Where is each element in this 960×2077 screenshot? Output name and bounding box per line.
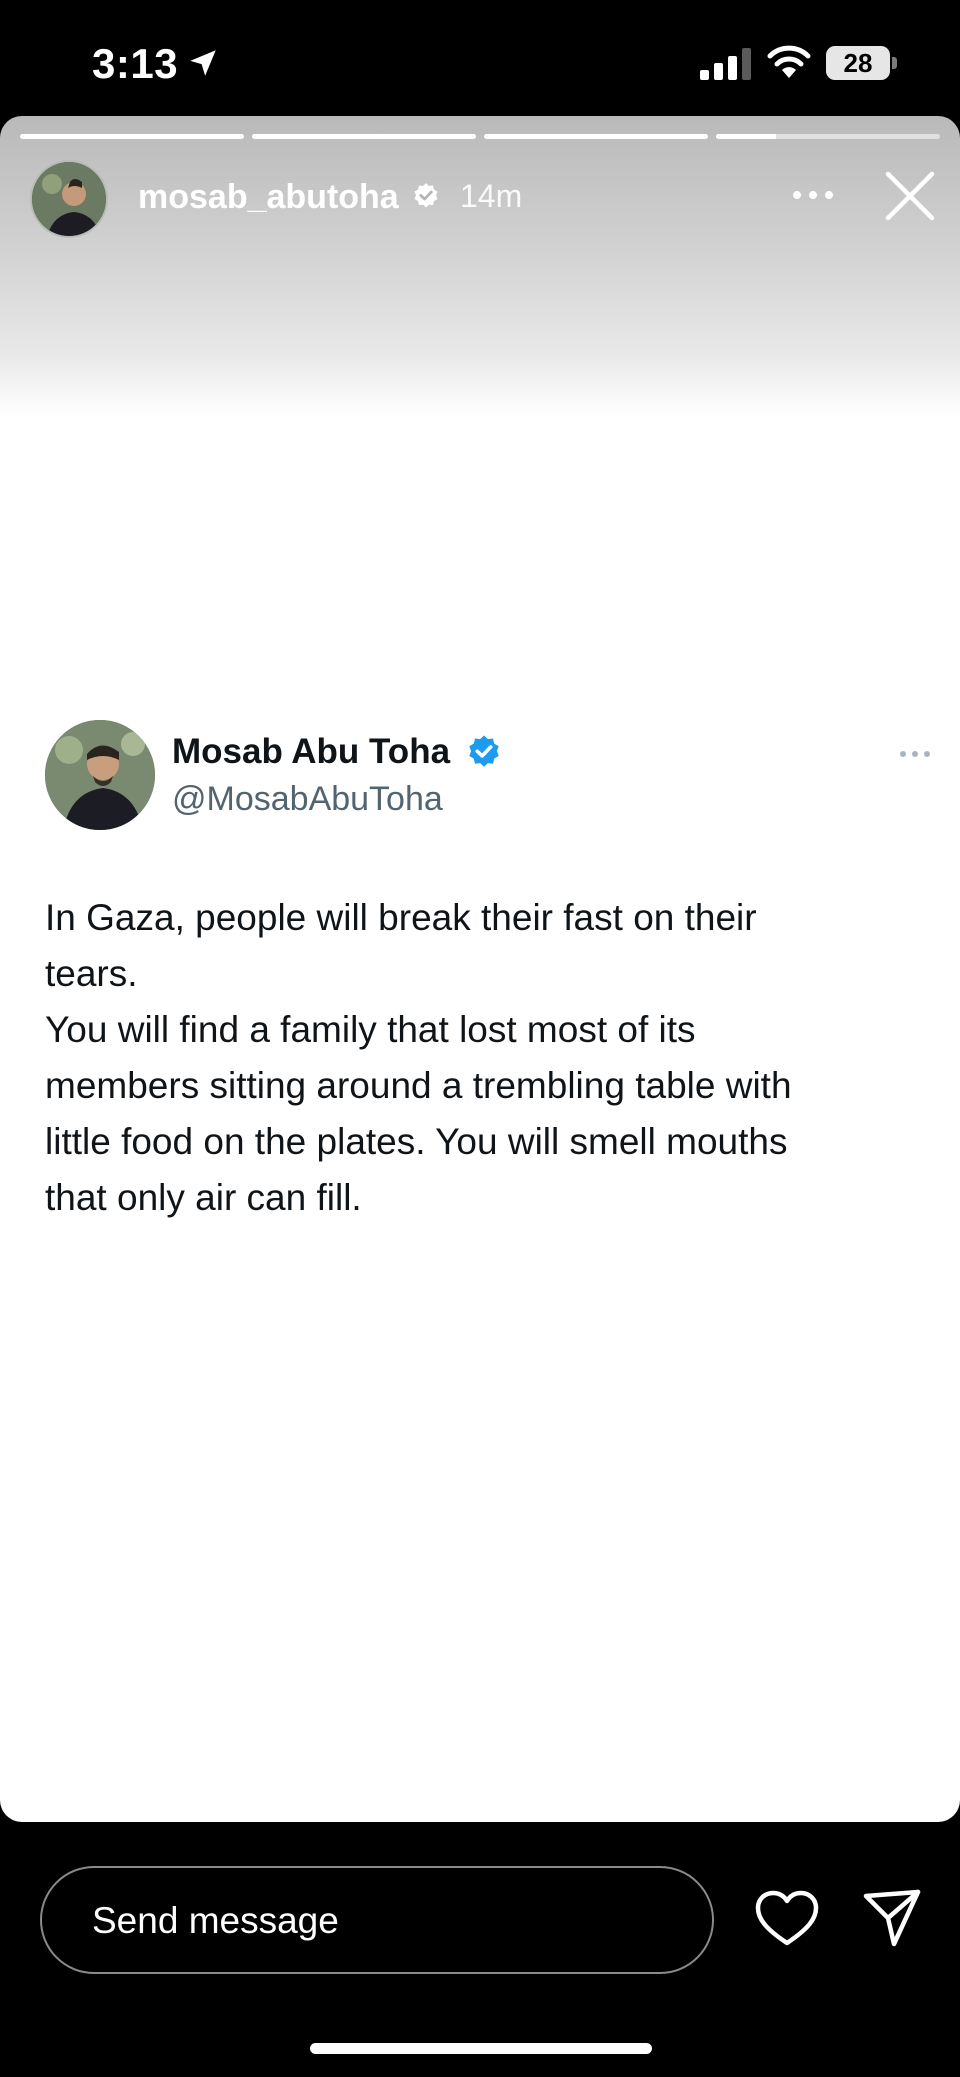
profile-photo-icon <box>32 162 106 236</box>
verified-badge-icon <box>469 735 499 767</box>
status-time: 3:13 <box>92 40 179 87</box>
story-time-ago: 14m <box>460 178 523 214</box>
more-options-icon[interactable] <box>790 182 836 208</box>
story-avatar[interactable] <box>30 160 108 238</box>
story-viewer[interactable]: mosab_abutoha 14m Mosab Abu Toha @MosabA… <box>0 116 960 1822</box>
cellular-signal-icon <box>700 48 751 80</box>
close-icon[interactable] <box>884 170 936 222</box>
story-progress-segment <box>252 134 476 139</box>
home-indicator[interactable] <box>310 2043 652 2054</box>
profile-photo-icon <box>45 720 155 830</box>
story-progress-segment <box>484 134 708 139</box>
story-progress-segment <box>716 134 940 139</box>
battery-icon: 28 <box>826 46 898 80</box>
tweet-text: In Gaza, people will break their fast on… <box>45 897 792 1218</box>
tweet-author-handle: @MosabAbuToha <box>172 780 443 818</box>
story-progress-segment <box>20 134 244 139</box>
location-arrow-icon <box>190 50 216 76</box>
battery-level: 28 <box>826 46 890 80</box>
send-message-input[interactable]: Send message <box>40 1866 714 1974</box>
tweet-more-icon <box>900 751 930 757</box>
verified-badge-icon <box>414 183 438 208</box>
send-message-placeholder: Send message <box>92 1900 339 1941</box>
status-bar: 3:13 28 <box>0 0 960 118</box>
wifi-icon <box>767 45 811 78</box>
tweet-author-name: Mosab Abu Toha <box>172 732 451 771</box>
story-username[interactable]: mosab_abutoha <box>138 178 399 217</box>
send-direct-icon[interactable] <box>862 1888 922 1948</box>
like-heart-icon[interactable] <box>754 1889 820 1949</box>
tweet-avatar <box>45 720 155 830</box>
